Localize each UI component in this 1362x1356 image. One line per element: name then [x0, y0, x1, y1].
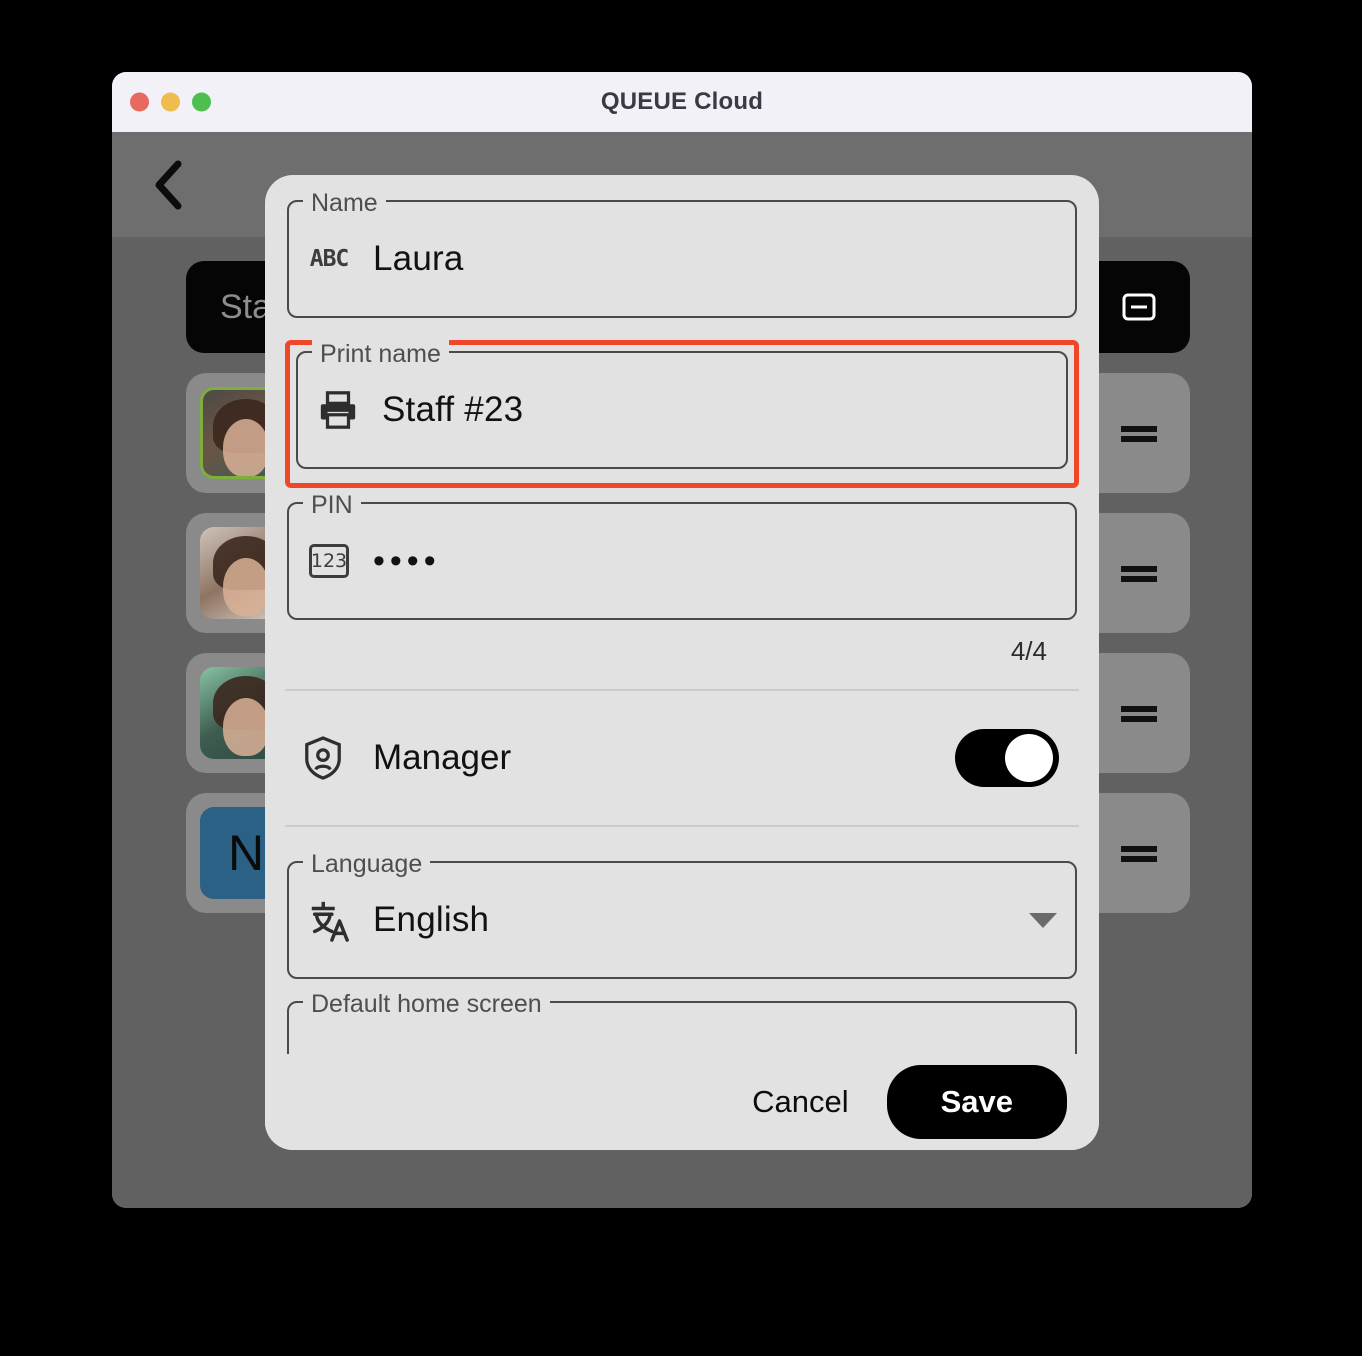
manager-toggle-switch[interactable] [955, 729, 1059, 787]
maximize-window-button[interactable] [192, 92, 211, 112]
toggle-knob [1005, 734, 1053, 782]
dialog-footer: Cancel Save [265, 1054, 1099, 1150]
avatar-initial: N [227, 825, 265, 881]
default-home-screen-select[interactable]: Default home screen [287, 990, 1077, 1054]
add-staff-button-label: Sta [220, 287, 272, 326]
shield-person-icon [301, 736, 345, 780]
print-name-field-highlight: Print name Staff #23 [285, 340, 1079, 488]
chevron-down-icon[interactable] [1029, 912, 1057, 928]
abc-icon: ABC [309, 246, 350, 272]
edit-staff-dialog: Name ABC Laura Print name Staff #23 PIN … [265, 175, 1099, 1150]
pin-field[interactable]: PIN 123 •••• [287, 491, 1077, 620]
drag-handle-icon[interactable] [1118, 561, 1160, 585]
traffic-light-group [130, 92, 211, 112]
cancel-button[interactable]: Cancel [736, 1074, 865, 1130]
card-icon [1122, 292, 1156, 322]
print-name-field[interactable]: Print name Staff #23 [296, 340, 1068, 469]
name-field-value: Laura [373, 239, 464, 278]
pin-character-counter: 4/4 [1010, 636, 1047, 666]
window-title: QUEUE Cloud [600, 88, 764, 115]
window-titlebar: QUEUE Cloud [112, 72, 1252, 132]
drag-handle-icon[interactable] [1118, 421, 1160, 445]
dialog-scroll-area: Name ABC Laura Print name Staff #23 PIN … [265, 175, 1099, 1054]
pin-field-value: •••• [373, 541, 441, 580]
pin-field-label: PIN [303, 491, 361, 520]
translate-icon [307, 898, 351, 942]
language-field-value: English [373, 900, 490, 939]
default-home-screen-field-label: Default home screen [303, 990, 550, 1019]
print-name-field-value: Staff #23 [382, 390, 524, 429]
section-divider [285, 825, 1079, 827]
name-field-label: Name [303, 189, 386, 218]
close-window-button[interactable] [130, 92, 149, 112]
drag-handle-icon[interactable] [1118, 701, 1160, 725]
pin-field-wrapper: PIN 123 •••• 4/4 [287, 491, 1077, 667]
save-button[interactable]: Save [886, 1065, 1067, 1139]
manager-toggle-row[interactable]: Manager [277, 691, 1087, 825]
drag-handle-icon[interactable] [1118, 841, 1160, 865]
minimize-window-button[interactable] [161, 92, 180, 112]
printer-icon [316, 388, 360, 432]
name-field[interactable]: Name ABC Laura [287, 189, 1077, 318]
print-name-field-label: Print name [312, 340, 449, 369]
language-field-label: Language [303, 850, 431, 879]
language-select[interactable]: Language English [287, 850, 1077, 979]
default-home-screen-field-wrapper: Default home screen [287, 990, 1077, 1054]
name-field-wrapper: Name ABC Laura [287, 189, 1077, 318]
manager-label: Manager [373, 738, 512, 777]
numeric-123-icon: 123 [307, 539, 351, 583]
language-field-wrapper: Language English [287, 850, 1077, 979]
